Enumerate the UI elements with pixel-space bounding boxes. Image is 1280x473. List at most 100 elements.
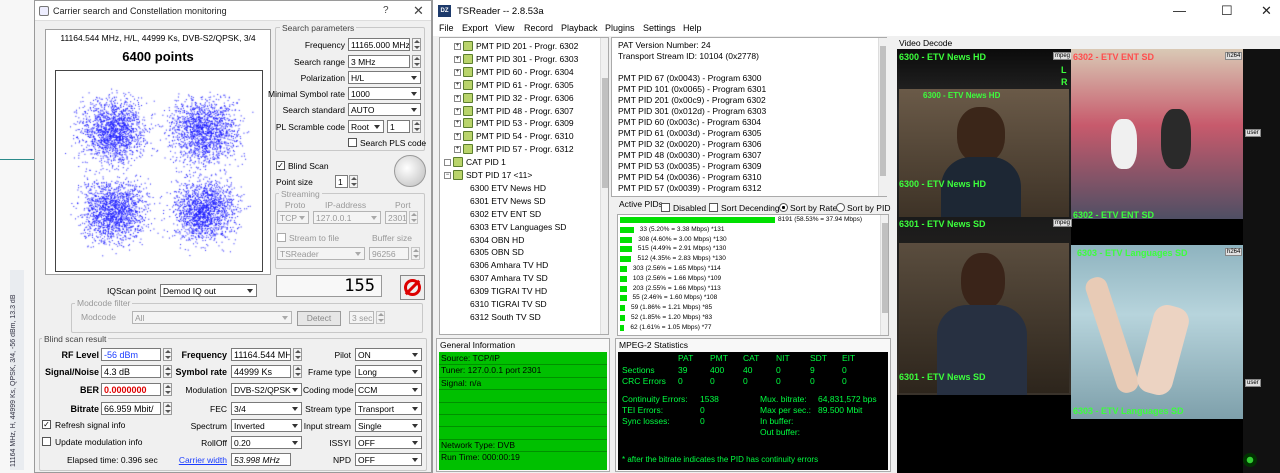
detect-button[interactable]: Detect — [297, 311, 341, 326]
mpeg-cell: 0 — [842, 376, 847, 386]
disabled-checkbox[interactable] — [661, 203, 670, 212]
pid-bar-label: 52 (1.85% = 1.20 Mbps) *83 — [630, 314, 713, 321]
expand-icon[interactable]: + — [454, 120, 461, 128]
buffer-size-spinner[interactable] — [411, 247, 420, 260]
pat-line: PMT PID 61 (0x003d) - Program 6305 — [618, 128, 762, 138]
tile-6301-caption: 6301 - ETV News SD — [899, 372, 986, 382]
buffer-size-input[interactable]: 96256 — [369, 247, 409, 260]
update-modulation-checkbox[interactable] — [42, 437, 51, 446]
menu-plugins[interactable]: Plugins — [605, 23, 635, 33]
rf-level-value: -56 dBm — [101, 348, 161, 361]
proto-select[interactable]: TCP — [277, 211, 309, 224]
file-select[interactable]: TSReader — [277, 247, 365, 260]
menu-help[interactable]: Help — [683, 23, 702, 33]
menu-file[interactable]: File — [439, 23, 454, 33]
tree-item-label: PMT PID 54 - Progr. 6310 — [476, 131, 574, 142]
expand-icon[interactable]: + — [454, 68, 461, 76]
symbol-rate-spinner[interactable] — [293, 365, 302, 378]
search-range-input[interactable]: 3 MHz — [348, 55, 410, 68]
menu-record[interactable]: Record — [524, 23, 553, 33]
pls-value-input[interactable]: 1 — [387, 120, 410, 133]
frequency-label: Frequency — [304, 40, 345, 50]
frame-type-select[interactable]: Long — [355, 365, 422, 378]
port-spinner[interactable] — [409, 211, 418, 224]
point-size-spinner[interactable] — [349, 175, 358, 188]
pid-bar — [620, 315, 625, 321]
search-range-spinner[interactable] — [412, 55, 421, 68]
expand-icon[interactable]: + — [454, 81, 461, 89]
min-symrate-select[interactable]: 1000 — [348, 87, 421, 100]
pids-scrollbar[interactable] — [880, 215, 888, 335]
iq-scan-select[interactable]: Demod IQ out — [160, 284, 257, 297]
rolloff-label: RollOff — [201, 438, 227, 448]
result-frequency-value: 11164.544 MH — [231, 348, 291, 361]
video-tile-6301[interactable]: 6301 - ETV News SD 6301 - ETV News SD mp… — [897, 217, 1073, 395]
video-tile-6300[interactable]: 6300 - ETV News HD 6300 - ETV News HD 63… — [897, 49, 1073, 229]
mpeg-header: PAT — [678, 353, 694, 363]
sort-decending-checkbox[interactable] — [709, 203, 718, 212]
general-info-separator — [439, 376, 607, 378]
stream-type-select[interactable]: Transport — [355, 402, 422, 415]
npd-select[interactable]: OFF — [355, 453, 422, 466]
stream-to-file-checkbox[interactable] — [277, 233, 286, 242]
tsreader-close-button[interactable]: ✕ — [1261, 3, 1272, 19]
search-pls-checkbox[interactable] — [348, 138, 357, 147]
sec-input[interactable]: 3 sec — [349, 311, 374, 324]
stop-button[interactable] — [400, 275, 425, 300]
carrier-width-label[interactable]: Carrier width — [167, 455, 227, 465]
refresh-signal-checkbox[interactable] — [42, 420, 51, 429]
blind-scan-checkbox[interactable] — [276, 161, 285, 170]
expand-icon[interactable]: + — [454, 133, 461, 141]
rolloff-select[interactable]: 0.20 — [231, 436, 302, 449]
coding-mode-select[interactable]: CCM — [355, 383, 422, 396]
sort-pid-radio[interactable] — [836, 203, 845, 212]
expand-icon[interactable]: + — [454, 107, 461, 115]
sort-rate-radio[interactable] — [779, 203, 788, 212]
video-tile-6302[interactable]: 6302 - ETV ENT SD 6302 - ETV ENT SD h264 — [1071, 49, 1243, 220]
menu-view[interactable]: View — [495, 23, 514, 33]
expand-icon[interactable] — [444, 159, 451, 167]
modulation-select[interactable]: DVB-S2/QPSK — [231, 383, 302, 396]
video-tile-6303[interactable]: 6303 - ETV Languages SD 6303 - ETV Langu… — [1071, 245, 1243, 419]
frequency-input[interactable]: 11165.000 MHz — [348, 38, 410, 51]
npd-label: NPD — [333, 455, 351, 465]
modcode-select[interactable]: All — [132, 311, 292, 324]
input-stream-select[interactable]: Single — [355, 419, 422, 432]
result-frequency-spinner[interactable] — [293, 348, 302, 361]
minimize-button[interactable]: — — [1173, 3, 1186, 18]
sec-spinner[interactable] — [376, 311, 385, 324]
expand-icon[interactable]: + — [454, 146, 461, 154]
menu-export[interactable]: Export — [462, 23, 488, 33]
ip-select[interactable]: 127.0.0.1 — [313, 211, 381, 224]
expand-icon[interactable]: − — [444, 172, 451, 179]
polarization-select[interactable]: H/L — [348, 71, 421, 84]
close-button[interactable]: ✕ — [413, 3, 424, 19]
pls-mode-select[interactable]: Root — [348, 120, 384, 133]
frequency-spinner[interactable] — [412, 38, 421, 51]
pat-info-panel: PAT Version Number: 24 Transport Stream I… — [611, 37, 887, 197]
elapsed-time: Elapsed time: 0.396 sec — [67, 455, 158, 465]
snapshot-icon[interactable] — [394, 155, 426, 187]
menu-settings[interactable]: Settings — [643, 23, 676, 33]
issyi-select[interactable]: OFF — [355, 436, 422, 449]
expand-icon[interactable]: + — [454, 94, 461, 102]
search-pls-label: Search PLS code — [360, 138, 427, 148]
maximize-button[interactable]: ☐ — [1221, 3, 1233, 19]
mpeg-cell: 400 — [710, 365, 725, 375]
mpeg-stats-body: PAT PMT CAT NIT SDT EIT Sections 39 400 40 0 9 0 CRC … — [618, 352, 888, 470]
user-badge: user — [1245, 129, 1261, 137]
pls-spinner[interactable] — [412, 120, 421, 133]
pilot-select[interactable]: ON — [355, 348, 422, 361]
spectrum-select[interactable]: Inverted — [231, 419, 302, 432]
port-input[interactable]: 2301 — [385, 211, 407, 224]
search-standard-select[interactable]: AUTO — [348, 103, 421, 116]
expand-icon[interactable]: + — [454, 55, 461, 63]
pat-scrollbar[interactable] — [878, 38, 887, 196]
point-size-input[interactable]: 1 — [335, 175, 348, 188]
tree-scrollbar[interactable] — [600, 38, 608, 334]
fec-select[interactable]: 3/4 — [231, 402, 302, 415]
menu-playback[interactable]: Playback — [561, 23, 598, 33]
tree-item-label: PMT PID 48 - Progr. 6307 — [476, 105, 574, 116]
help-button[interactable]: ? — [383, 5, 389, 16]
expand-icon[interactable]: + — [454, 43, 461, 50]
